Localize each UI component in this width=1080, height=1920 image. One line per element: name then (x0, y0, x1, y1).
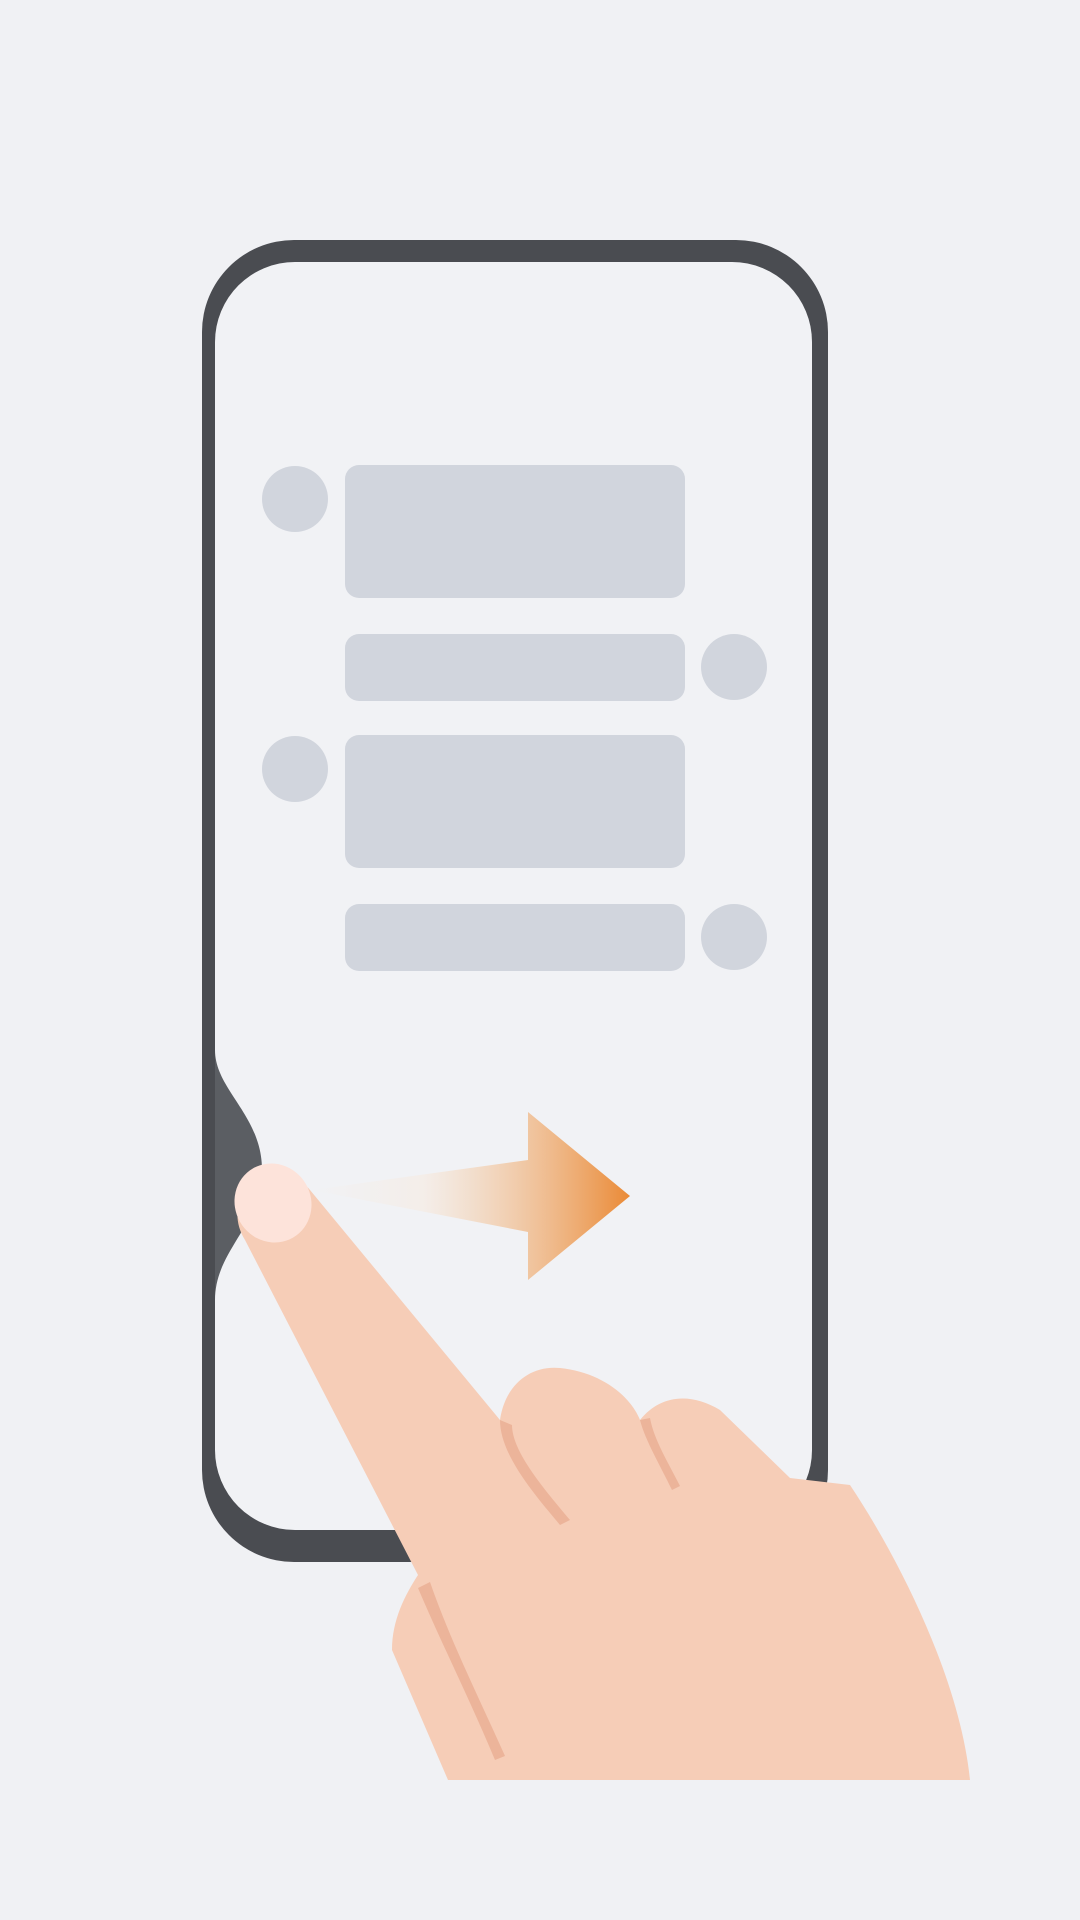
message-bubble-placeholder (345, 735, 685, 868)
message-bubble-placeholder (345, 465, 685, 598)
swipe-gesture-illustration (0, 0, 1080, 1920)
avatar-placeholder (701, 634, 767, 700)
message-bubble-placeholder (345, 634, 685, 701)
avatar-placeholder (262, 466, 328, 532)
message-bubble-placeholder (345, 904, 685, 971)
illustration-canvas (202, 240, 970, 1780)
avatar-placeholder (262, 736, 328, 802)
avatar-placeholder (701, 904, 767, 970)
phone-frame-icon (202, 240, 828, 1562)
